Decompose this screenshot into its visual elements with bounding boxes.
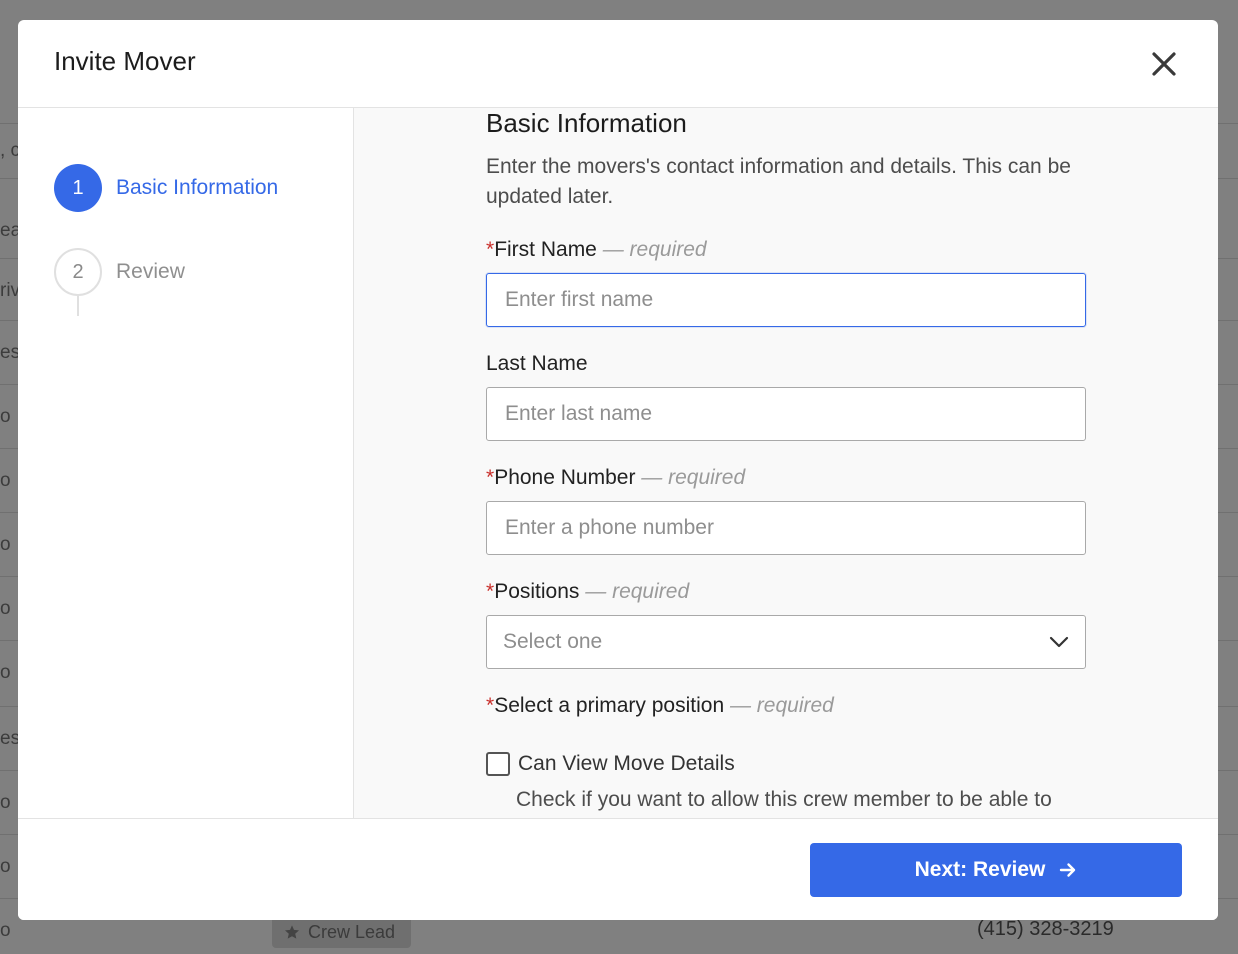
checkbox-description: Check if you want to allow this crew mem… <box>516 788 1052 811</box>
close-icon <box>1152 52 1176 76</box>
background-phone: (415) 328-3219 <box>977 918 1114 940</box>
next-review-button[interactable]: Next: Review <box>810 843 1182 897</box>
background-text-fragment: o <box>0 598 11 619</box>
phone-number-label: *Phone Number — required <box>486 466 745 490</box>
step-number-circle: 1 <box>54 164 102 212</box>
background-text-fragment: o <box>0 792 11 813</box>
modal-footer: Next: Review <box>18 818 1218 920</box>
invite-mover-modal: Invite Mover 1 Basic Information 2 Revie… <box>18 20 1218 920</box>
checkbox-label[interactable]: Can View Move Details <box>518 752 735 776</box>
modal-header: Invite Mover <box>18 20 1218 108</box>
primary-position-label: *Select a primary position — required <box>486 694 834 718</box>
background-text-fragment: o <box>0 920 11 941</box>
background-crew-lead-badge: Crew Lead <box>272 916 411 948</box>
required-asterisk: * <box>486 466 495 489</box>
step-label: Review <box>116 260 185 283</box>
label-text: Phone Number <box>494 466 636 489</box>
can-view-move-details-row[interactable]: Can View Move Details <box>486 752 735 776</box>
positions-label: *Positions — required <box>486 580 689 604</box>
first-name-input[interactable] <box>486 273 1086 327</box>
next-button-label: Next: Review <box>914 858 1046 881</box>
positions-select-value: Select one <box>503 630 603 653</box>
stepper-sidebar: 1 Basic Information 2 Review <box>18 108 354 818</box>
modal-title: Invite Mover <box>54 46 196 76</box>
label-text: Positions <box>494 580 580 603</box>
close-button[interactable] <box>1148 48 1180 80</box>
section-title: Basic Information <box>486 108 687 138</box>
required-note: — required <box>641 466 746 489</box>
arrow-right-icon <box>1060 863 1076 877</box>
label-text: Last Name <box>486 352 588 375</box>
required-asterisk: * <box>486 694 495 717</box>
background-text-fragment: o <box>0 406 11 427</box>
last-name-input[interactable] <box>486 387 1086 441</box>
required-asterisk: * <box>486 580 495 603</box>
label-text: First Name <box>494 238 597 261</box>
step-label: Basic Information <box>116 176 279 199</box>
required-note: — required <box>585 580 690 603</box>
background-text-fragment: o <box>0 534 11 555</box>
first-name-label: *First Name — required <box>486 238 707 262</box>
required-asterisk: * <box>486 238 495 261</box>
background-text-fragment: o <box>0 470 11 491</box>
badge-label: Crew Lead <box>308 921 396 942</box>
star-icon <box>285 925 299 939</box>
last-name-label: Last Name <box>486 352 588 376</box>
required-note: — required <box>602 238 707 261</box>
required-note: — required <box>729 694 834 717</box>
background-text-fragment: o <box>0 662 11 683</box>
section-description: Enter the movers's contact information a… <box>486 155 1071 208</box>
background-text-fragment: o <box>0 856 11 877</box>
chevron-down-icon <box>1049 636 1069 648</box>
can-view-move-details-checkbox[interactable] <box>486 752 510 776</box>
label-text: Select a primary position <box>494 694 725 717</box>
phone-number-input[interactable] <box>486 501 1086 555</box>
step-review[interactable]: 2 Review <box>54 248 185 296</box>
step-basic-information[interactable]: 1 Basic Information <box>54 164 278 212</box>
form-content[interactable]: Basic Information Enter the movers's con… <box>354 108 1218 818</box>
step-number-circle: 2 <box>54 248 102 296</box>
positions-select[interactable]: Select one <box>486 615 1086 669</box>
